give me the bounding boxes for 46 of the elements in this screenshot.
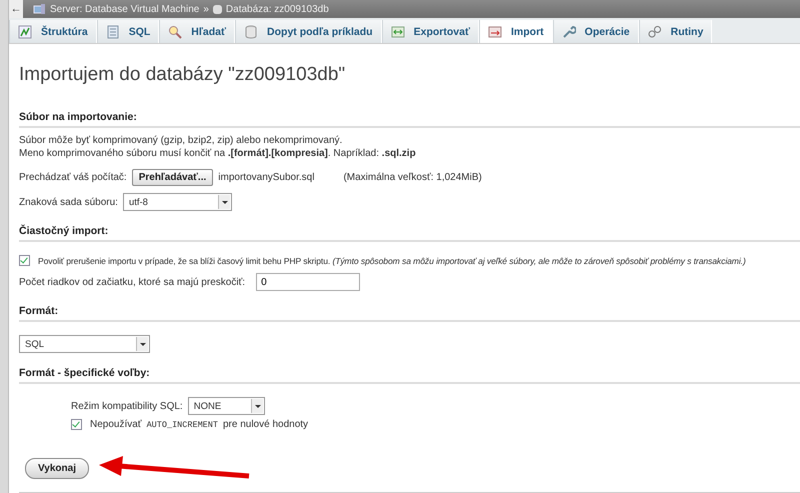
checkbox[interactable] bbox=[71, 419, 82, 430]
auto-increment-code: AUTO_INCREMENT bbox=[146, 420, 218, 430]
browse-button[interactable]: Prehľadávať... bbox=[132, 169, 214, 186]
auto-increment-label-start: Nepoužívať bbox=[90, 419, 142, 430]
max-size-note: (Maximálna veľkosť: 1,024MiB) bbox=[343, 172, 482, 183]
skip-rows-input[interactable]: 0 bbox=[256, 273, 360, 291]
tab[interactable]: Operácie bbox=[552, 20, 639, 43]
section-heading: Čiastočný import: bbox=[19, 225, 800, 242]
import-icon bbox=[488, 24, 502, 38]
browse-label: Prechádzať váš počítač: bbox=[19, 172, 127, 183]
search-icon bbox=[168, 24, 182, 38]
chart-icon bbox=[18, 24, 32, 38]
database-icon bbox=[244, 24, 258, 38]
database-icon bbox=[212, 4, 222, 14]
compatibility-label: Režim kompatibility SQL: bbox=[71, 400, 183, 412]
tab[interactable]: Hľadať bbox=[159, 20, 236, 43]
arrows-icon bbox=[390, 24, 405, 38]
section-heading: Súbor na importovanie: bbox=[19, 111, 800, 128]
server-link[interactable]: Server: Database Virtual Machine bbox=[50, 4, 200, 14]
tab[interactable]: Štruktúra bbox=[9, 20, 97, 43]
server-icon bbox=[33, 4, 46, 14]
tab[interactable]: SQL bbox=[96, 20, 160, 43]
section-heading: Formát: bbox=[19, 305, 800, 322]
skip-rows-label: Počet riadkov od začiatku, ktoré sa majú preskočiť: bbox=[19, 276, 246, 288]
tab[interactable]: Dopyt podľa príkladu bbox=[235, 20, 382, 43]
file-name: importovanySubor.sql bbox=[218, 172, 314, 183]
section-heading: Formát - špecifické voľby: bbox=[19, 367, 800, 384]
document-icon bbox=[106, 24, 120, 38]
submit-button[interactable]: Vykonaj bbox=[25, 458, 89, 478]
breadcrumb-separator: » bbox=[203, 4, 209, 14]
page-title: Importujem do databázy "zz009103db" bbox=[19, 64, 346, 86]
compression-note: Súbor môže byť komprimovaný (gzip, bzip2, zip) alebo nekomprimovaný. bbox=[19, 134, 344, 147]
auto-increment-label-end: pre nulové hodnoty bbox=[222, 419, 308, 430]
charset-select[interactable]: utf-8 bbox=[122, 193, 232, 211]
compatibility-select[interactable]: NONE bbox=[188, 397, 265, 415]
database-link[interactable]: Databáza: zz009103db bbox=[226, 4, 329, 14]
tab[interactable]: Rutiny bbox=[638, 20, 712, 43]
tab[interactable]: Exportovať bbox=[382, 20, 479, 43]
tab[interactable]: Import bbox=[479, 20, 553, 43]
wrench-icon bbox=[562, 24, 576, 38]
charset-label: Znaková sada súboru: bbox=[19, 196, 118, 208]
format-select[interactable]: SQL bbox=[19, 335, 150, 353]
gears-icon bbox=[648, 24, 662, 38]
filename-note: Meno komprimovaného súboru musí končiť na .[formát].[kompresia]. Napríklad: .sql.zip bbox=[19, 147, 417, 160]
interrupt-option-label: Povoliť prerušenie importu v prípade, že sa blíži časový limit behu PHP skriptu. (Týmto spôsobom sa môžu importovať aj veľké súbory, ale môže to zároveň spôsobiť problémy s transakciami.) bbox=[38, 256, 746, 266]
checkbox[interactable] bbox=[19, 255, 30, 266]
